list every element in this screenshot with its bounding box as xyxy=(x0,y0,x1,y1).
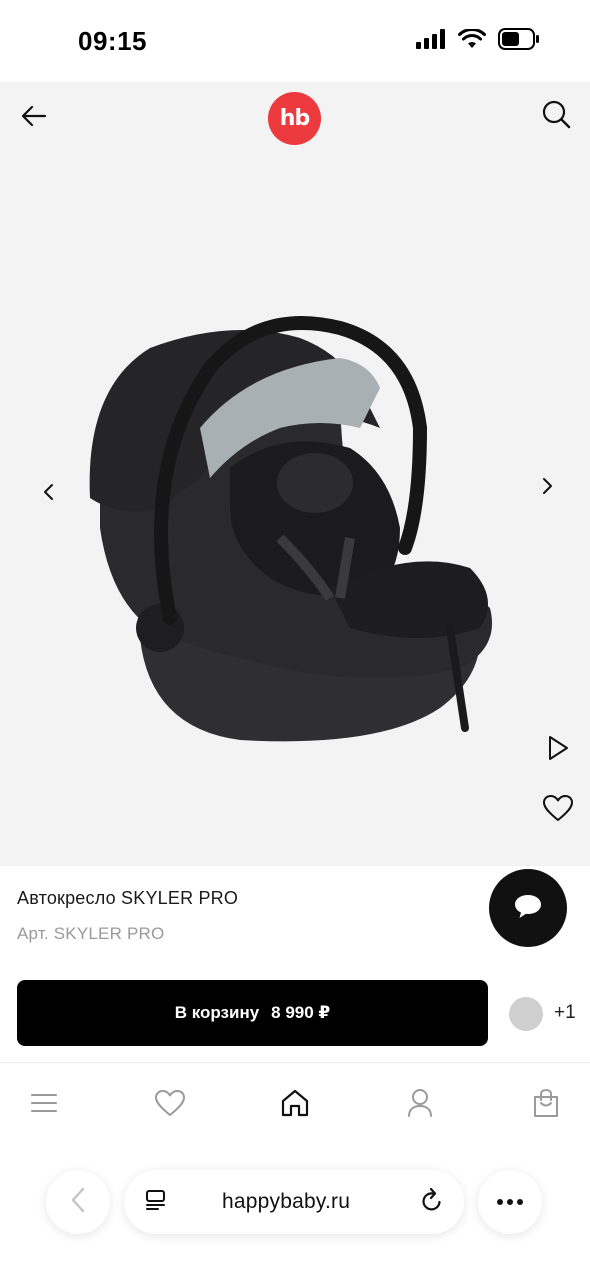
profile-icon xyxy=(407,1088,433,1123)
brand-logo[interactable]: hb xyxy=(268,92,321,145)
browser-more-button[interactable] xyxy=(478,1170,542,1234)
gallery-next-button[interactable] xyxy=(532,472,564,504)
play-video-button[interactable] xyxy=(540,732,576,768)
nav-cart[interactable] xyxy=(526,1085,566,1125)
chat-button[interactable] xyxy=(489,869,567,947)
play-icon xyxy=(546,734,570,767)
browser-back-button[interactable] xyxy=(46,1170,110,1234)
bottom-navigation xyxy=(0,1062,590,1146)
heart-icon xyxy=(542,794,574,827)
product-image xyxy=(80,308,510,753)
back-icon xyxy=(70,1187,86,1218)
color-swatch[interactable] xyxy=(509,997,543,1031)
chat-bubble-icon xyxy=(513,892,543,925)
status-icons xyxy=(416,27,540,55)
chevron-right-icon xyxy=(541,477,555,500)
search-icon xyxy=(541,99,571,134)
product-sku: Арт. SKYLER PRO xyxy=(17,924,165,943)
product-info: Автокресло SKYLER PRO Арт. SKYLER PRO В … xyxy=(0,866,590,1062)
wifi-icon xyxy=(458,27,486,54)
reader-mode-button[interactable] xyxy=(144,1188,168,1217)
reload-icon xyxy=(420,1187,444,1218)
product-title: Автокресло SKYLER PRO xyxy=(17,888,239,908)
add-to-cart-button[interactable]: В корзину 8 990 ₽ xyxy=(17,980,488,1046)
nav-menu[interactable] xyxy=(24,1085,64,1125)
cart-button-price: 8 990 ₽ xyxy=(271,1003,331,1022)
status-bar: 09:15 xyxy=(0,0,590,82)
logo-text: hb xyxy=(279,106,310,131)
menu-icon xyxy=(31,1093,57,1118)
nav-favorites[interactable] xyxy=(150,1085,190,1125)
status-time: 09:15 xyxy=(78,26,147,56)
back-button[interactable] xyxy=(14,98,54,138)
browser-toolbar: happybaby.ru xyxy=(0,1146,590,1280)
nav-home[interactable] xyxy=(275,1085,315,1125)
app-header: hb xyxy=(0,82,590,158)
product-gallery[interactable] xyxy=(0,158,590,866)
add-to-favorites-button[interactable] xyxy=(540,792,576,828)
home-icon xyxy=(280,1088,310,1123)
reload-button[interactable] xyxy=(418,1187,446,1218)
chevron-left-icon xyxy=(41,483,55,506)
more-icon xyxy=(496,1193,524,1211)
more-colors-count[interactable]: +1 xyxy=(554,1002,576,1024)
gallery-prev-button[interactable] xyxy=(32,478,64,510)
favorites-icon xyxy=(154,1089,186,1122)
address-bar[interactable]: happybaby.ru xyxy=(124,1170,464,1234)
search-button[interactable] xyxy=(536,96,576,136)
url-domain: happybaby.ru xyxy=(222,1190,351,1213)
cart-icon xyxy=(532,1088,560,1123)
back-arrow-icon xyxy=(21,105,47,132)
signal-icon xyxy=(416,29,446,54)
battery-icon xyxy=(498,28,540,55)
nav-profile[interactable] xyxy=(400,1085,440,1125)
reader-icon xyxy=(144,1188,168,1217)
cart-button-label: В корзину xyxy=(174,1003,260,1022)
